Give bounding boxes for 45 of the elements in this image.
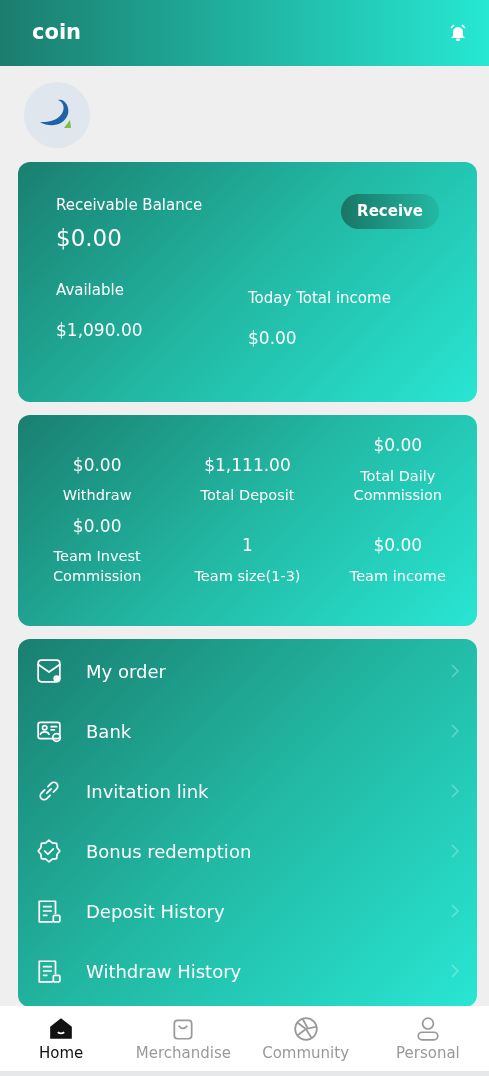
stat-label: Team income bbox=[349, 566, 446, 586]
stat-label: Team size(1-3) bbox=[194, 566, 301, 586]
income-value: $0.00 bbox=[248, 326, 298, 350]
available-label: Available bbox=[56, 280, 125, 301]
stat-value: $0.00 bbox=[373, 534, 423, 558]
avatar[interactable] bbox=[24, 82, 90, 148]
order-icon bbox=[36, 658, 62, 684]
available-value: $1,090.00 bbox=[56, 318, 144, 342]
menu-item[interactable]: Withdraw History bbox=[18, 941, 477, 1001]
menu-item[interactable]: Bonus redemption bbox=[18, 821, 477, 881]
menu-item[interactable]: My order bbox=[18, 641, 477, 701]
stat-label: Total Daily Commission bbox=[352, 466, 444, 506]
stat-value: $1,111.00 bbox=[204, 453, 291, 477]
app-title: coin bbox=[32, 20, 82, 46]
nav-tab[interactable]: Merchandise bbox=[122, 1006, 245, 1071]
nav-tab[interactable]: Community bbox=[244, 1006, 367, 1071]
chevron-icon bbox=[451, 724, 459, 738]
bank-icon bbox=[36, 718, 62, 744]
history-icon bbox=[36, 958, 62, 984]
nav-tab[interactable]: Personal bbox=[366, 1006, 489, 1071]
home-icon bbox=[48, 1016, 75, 1042]
history-icon bbox=[36, 898, 62, 924]
menu-item[interactable]: Invitation link bbox=[18, 761, 477, 821]
menu-item[interactable]: Bank bbox=[18, 701, 477, 761]
income-label: Today Total income bbox=[248, 288, 391, 309]
balance-label: Receivable Balance bbox=[56, 195, 203, 216]
receive-button[interactable]: Receive bbox=[341, 194, 439, 229]
stat-label: Withdraw bbox=[62, 486, 132, 506]
chevron-icon bbox=[451, 844, 459, 858]
aperture-icon bbox=[292, 1016, 319, 1042]
stat-value: $0.00 bbox=[72, 514, 122, 538]
stat-value: 1 bbox=[242, 534, 253, 558]
stat-label: Team Invest Commission bbox=[51, 547, 143, 586]
nav-tab[interactable]: Home bbox=[0, 1006, 123, 1071]
stat-label: Total Deposit bbox=[200, 486, 295, 506]
chevron-icon bbox=[451, 964, 459, 978]
balance-value: $0.00 bbox=[56, 223, 123, 253]
person-icon bbox=[414, 1016, 441, 1042]
chevron-icon bbox=[451, 784, 459, 798]
chevron-icon bbox=[451, 664, 459, 678]
stat-value: $0.00 bbox=[373, 434, 423, 457]
chevron-icon bbox=[451, 904, 459, 918]
menu-item[interactable]: Deposit History bbox=[18, 881, 477, 941]
stat-value: $0.00 bbox=[72, 453, 122, 477]
bonus-icon bbox=[36, 838, 62, 864]
